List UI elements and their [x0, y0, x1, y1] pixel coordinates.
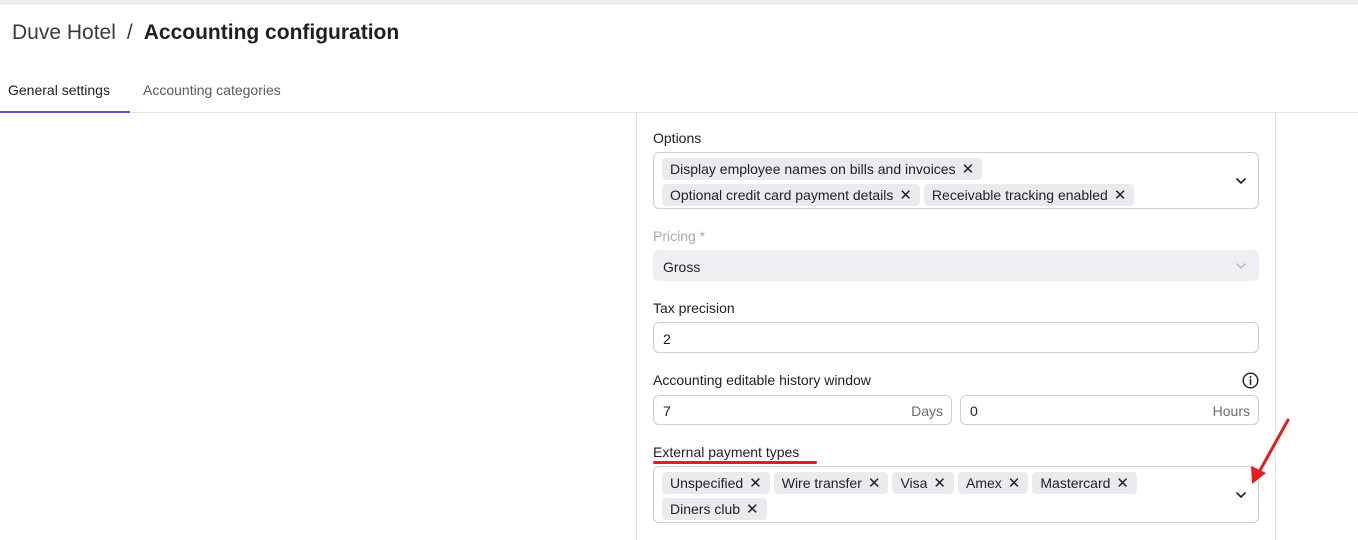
external-payment-types-label: External payment types	[653, 444, 800, 460]
hours-suffix: Hours	[1212, 403, 1250, 419]
chip-label: Visa	[900, 475, 928, 491]
payment-type-chip: Diners club ✕	[662, 498, 767, 520]
page-title: Accounting configuration	[143, 21, 400, 44]
external-payment-types-multiselect[interactable]: Unspecified ✕ Wire transfer ✕ Visa ✕ Ame…	[653, 466, 1259, 523]
history-days-value: 7	[663, 403, 671, 419]
chip-label: Amex	[966, 475, 1002, 491]
tax-precision-label: Tax precision	[653, 300, 735, 316]
chip-label: Unspecified	[670, 475, 744, 491]
payment-type-chip: Mastercard ✕	[1032, 472, 1137, 494]
remove-icon[interactable]: ✕	[1116, 476, 1129, 491]
pricing-select: Gross	[653, 250, 1259, 281]
chevron-down-icon[interactable]	[1234, 174, 1248, 188]
remove-icon[interactable]: ✕	[868, 476, 881, 491]
annotation-underline	[653, 461, 817, 464]
chip-label: Mastercard	[1040, 475, 1111, 491]
remove-icon[interactable]: ✕	[749, 476, 762, 491]
option-chip: Display employee names on bills and invo…	[662, 158, 983, 180]
remove-icon[interactable]: ✕	[1114, 188, 1127, 203]
info-icon[interactable]	[1242, 372, 1259, 389]
chip-label: Wire transfer	[781, 475, 862, 491]
history-window-label: Accounting editable history window	[653, 372, 871, 388]
breadcrumb-separator: /	[126, 21, 133, 44]
payment-type-chip: Wire transfer ✕	[773, 472, 889, 494]
tax-precision-value: 2	[663, 331, 671, 347]
remove-icon[interactable]: ✕	[962, 162, 975, 177]
remove-icon[interactable]: ✕	[899, 188, 912, 203]
remove-icon[interactable]: ✕	[1008, 476, 1021, 491]
tab-bar: General settings Accounting categories	[0, 70, 1358, 113]
payment-type-chip: Amex ✕	[958, 472, 1029, 494]
remove-icon[interactable]: ✕	[933, 476, 946, 491]
tax-precision-input[interactable]: 2	[653, 322, 1259, 353]
chip-label: Optional credit card payment details	[670, 187, 894, 203]
breadcrumb: Duve Hotel / Accounting configuration	[12, 18, 399, 48]
chip-label: Display employee names on bills and invo…	[670, 161, 956, 177]
days-suffix: Days	[911, 403, 943, 419]
option-chip: Receivable tracking enabled ✕	[923, 184, 1135, 206]
remove-icon[interactable]: ✕	[746, 502, 759, 517]
chip-label: Receivable tracking enabled	[931, 187, 1108, 203]
top-bar	[0, 0, 1358, 5]
options-label: Options	[653, 130, 702, 146]
options-multiselect[interactable]: Display employee names on bills and invo…	[653, 152, 1259, 209]
tab-general-settings[interactable]: General settings	[0, 70, 130, 113]
breadcrumb-parent[interactable]: Duve Hotel	[12, 21, 116, 45]
pricing-label: Pricing *	[653, 228, 706, 244]
option-chip: Optional credit card payment details ✕	[662, 184, 920, 206]
chevron-down-icon	[1236, 263, 1246, 269]
payment-type-chip: Visa ✕	[892, 472, 954, 494]
history-hours-value: 0	[970, 403, 978, 419]
pricing-value: Gross	[663, 259, 701, 275]
chevron-down-icon[interactable]	[1234, 488, 1248, 502]
history-hours-input[interactable]: 0 Hours	[960, 395, 1259, 425]
annotation-arrow-icon	[1251, 418, 1290, 484]
payment-type-chip: Unspecified ✕	[662, 472, 770, 494]
history-days-input[interactable]: 7 Days	[653, 395, 952, 425]
chip-label: Diners club	[670, 501, 741, 517]
tab-accounting-categories[interactable]: Accounting categories	[143, 70, 281, 113]
